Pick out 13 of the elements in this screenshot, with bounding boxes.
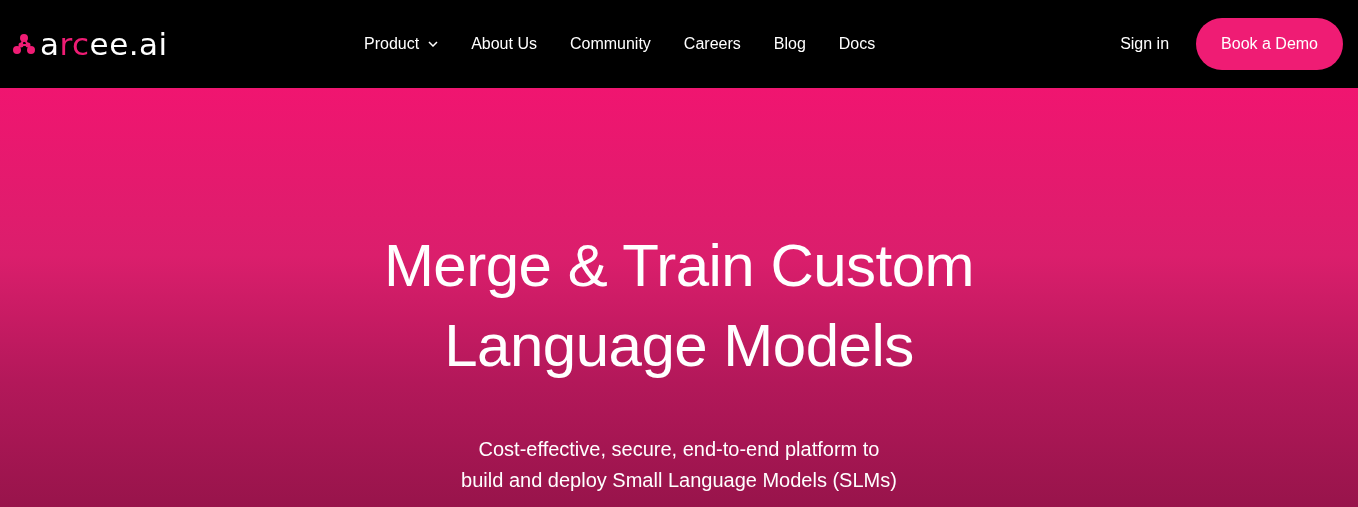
nav-link[interactable]: Careers: [683, 35, 741, 53]
logo-icon: [13, 34, 35, 54]
nav-link[interactable]: Product: [364, 35, 439, 53]
hero-subtitle: Cost-effective, secure, end-to-end platform to: [478, 437, 880, 462]
book-demo-button[interactable]: Book a Demo: [1196, 18, 1343, 70]
nav-link[interactable]: About Us: [471, 35, 537, 53]
nav-link[interactable]: Community: [569, 35, 651, 53]
logo-wordmark[interactable]: arcee.ai: [40, 28, 168, 60]
nav-link[interactable]: Blog: [773, 35, 806, 53]
nav-link[interactable]: Docs: [838, 35, 876, 53]
hero-subtitle: build and deploy Small Language Models (SLMs): [461, 468, 897, 493]
hero-title: Merge & Train Custom Language Models: [382, 231, 976, 381]
sign-in-link[interactable]: Sign in: [1120, 35, 1170, 53]
